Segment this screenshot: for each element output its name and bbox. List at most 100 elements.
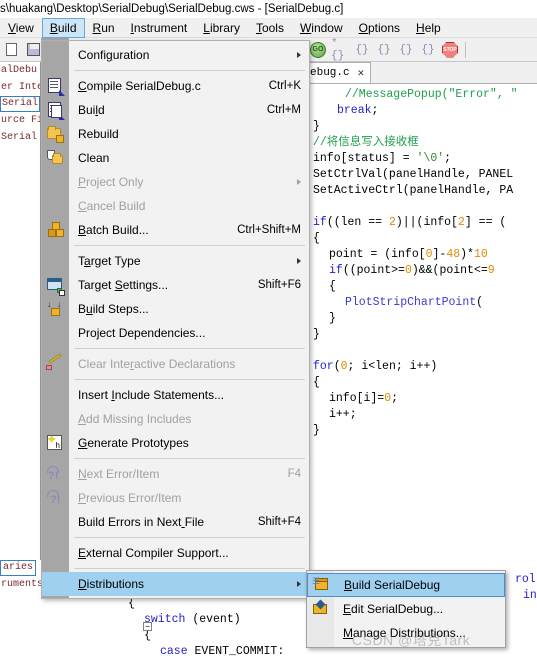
stop-icon[interactable]: STOP — [441, 41, 459, 59]
submenu-item-build-serialdebug[interactable]: ☰ Build SerialDebug — [307, 573, 505, 597]
submenu-arrow-icon — [297, 52, 301, 58]
code-right-fragment: rol in — [515, 572, 537, 612]
menu-item-label: Clear Interactive Declarations — [78, 357, 236, 371]
menubar-item-help[interactable]: Help — [408, 18, 449, 38]
menu-separator — [74, 245, 305, 246]
code-token: ((len == — [326, 216, 389, 229]
menubar-item-instrument[interactable]: Instrument — [123, 18, 196, 38]
menu-item-no-icon — [46, 252, 64, 270]
go-button-glyph: GO — [310, 41, 326, 58]
menu-item-no-icon — [311, 624, 329, 642]
code-token: if — [313, 216, 327, 229]
cascade-windows-icon[interactable] — [494, 41, 512, 59]
help-icon[interactable] — [516, 41, 534, 59]
code-token: ; — [391, 392, 399, 405]
menubar-item-options[interactable]: Options — [351, 18, 408, 38]
build-steps-icon: ↓ ↓ — [46, 300, 64, 318]
menu-item-shortcut: Shift+F4 — [257, 516, 301, 528]
tile-windows-icon[interactable] — [472, 41, 490, 59]
code-token: ( — [333, 360, 341, 373]
code-line: in — [523, 589, 537, 602]
menu-item-build[interactable]: Build Ctrl+M — [42, 98, 309, 122]
menubar-item-library[interactable]: Library — [195, 18, 248, 38]
menu-item-configuration[interactable]: Configuration — [42, 43, 309, 67]
code-token: } — [313, 120, 320, 133]
menu-item-target-type[interactable]: Target Type — [42, 249, 309, 273]
code-token: //MessagePopup("Error", " — [345, 88, 518, 101]
menubar-item-run[interactable]: Run — [85, 18, 123, 38]
tree-item[interactable]: Serial — [0, 96, 40, 112]
code-token: { — [329, 280, 336, 293]
menu-item-no-icon — [46, 173, 64, 191]
tree-item[interactable]: er Inte — [0, 79, 40, 96]
save-icon[interactable] — [24, 41, 42, 59]
menu-item-build-errors-in-next-file[interactable]: Build Errors in Next File Shift+F4 — [42, 510, 309, 534]
run-to-cursor-icon[interactable]: {} — [419, 41, 437, 59]
submenu-item-label: Manage Distributions... — [343, 626, 466, 640]
code-text[interactable]: //MessagePopup("Error", " break;} //将信息写入接… — [305, 84, 537, 439]
submenu-item-edit-serialdebug[interactable]: Edit SerialDebug... — [307, 597, 505, 621]
rebuild-icon — [46, 125, 64, 143]
code-line: for(0; i<len; i++) — [313, 359, 537, 375]
menu-item-target-settings[interactable]: Target Settings... Shift+F6 — [42, 273, 309, 297]
code-token: SetCtrlVal(panelHandle, PANEL — [313, 168, 514, 181]
menu-item-batch-build[interactable]: Batch Build... Ctrl+Shift+M — [42, 218, 309, 242]
menu-item-label: Build Steps... — [78, 302, 149, 316]
editor-tab-serialdebug-c[interactable]: ebug.c ✕ — [305, 62, 372, 83]
menu-item-clean[interactable]: Clean — [42, 146, 309, 170]
submenu-item-manage-distributions[interactable]: Manage Distributions... — [307, 621, 505, 645]
tree-item[interactable]: aries — [0, 560, 37, 576]
code-token: ; — [371, 104, 379, 117]
code-line: //将信息写入接收框 — [313, 135, 537, 151]
menu-item-distributions[interactable]: Distributions — [42, 572, 309, 596]
tree-item[interactable]: urce Fi — [0, 112, 40, 129]
menubar-item-window[interactable]: Window — [292, 18, 351, 38]
menu-item-compile-serialdebug-c[interactable]: Compile SerialDebug.c Ctrl+K — [42, 74, 309, 98]
menu-item-label: Build Errors in Next File — [78, 515, 205, 529]
menu-item-insert-include-statements[interactable]: Insert Include Statements... — [42, 383, 309, 407]
code-line: { — [313, 375, 537, 391]
menu-item-rebuild[interactable]: Rebuild — [42, 122, 309, 146]
project-tree-panel[interactable]: alDebu er Inte Serial urce Fi Serial — [0, 62, 41, 582]
step-out-icon[interactable]: {} — [375, 41, 393, 59]
compile-icon — [46, 77, 65, 96]
menu-item-external-compiler-support[interactable]: External Compiler Support... — [42, 541, 309, 565]
step-into-icon[interactable]: *{} — [331, 38, 349, 62]
window-title: s\huakang\Desktop\SerialDebug\SerialDebu… — [0, 3, 344, 15]
menu-item-no-icon — [46, 513, 64, 531]
menu-item-label: Batch Build... — [78, 223, 149, 237]
code-token: 2 — [457, 216, 465, 229]
fold-collapse-icon[interactable]: − — [143, 622, 152, 631]
run-go-icon[interactable]: GO — [309, 41, 327, 59]
code-token: SetActiveCtrl(panelHandle, PA — [313, 184, 514, 197]
menu-item-no-icon — [46, 324, 64, 342]
code-token: ; — [444, 152, 452, 165]
submenu-arrow-icon — [297, 581, 301, 587]
code-line: info[i]=0; — [313, 391, 537, 407]
menu-item-project-dependencies[interactable]: Project Dependencies... — [42, 321, 309, 345]
menu-item-generate-prototypes[interactable]: h ✦ Generate Prototypes — [42, 431, 309, 455]
new-file-icon[interactable] — [2, 41, 20, 59]
tree-item[interactable]: alDebu — [0, 62, 40, 79]
package-build-icon: ☰ — [312, 576, 330, 594]
menu-item-no-icon — [46, 575, 64, 593]
tree-item[interactable]: Serial — [0, 129, 40, 146]
menubar-item-tools[interactable]: Tools — [248, 18, 292, 38]
code-line: SetActiveCtrl(panelHandle, PA — [313, 183, 537, 199]
continue-icon[interactable]: {} — [397, 41, 415, 59]
menu-item-build-steps[interactable]: ↓ ↓ Build Steps... — [42, 297, 309, 321]
step-over-icon[interactable]: {} — [353, 41, 371, 59]
submenu-arrow-icon — [297, 258, 301, 264]
code-line: { — [313, 279, 537, 295]
code-token: { — [313, 376, 320, 389]
code-token: ( — [499, 216, 507, 229]
menu-item-label: Compile SerialDebug.c — [78, 79, 201, 93]
menubar-item-view[interactable]: View — [0, 18, 42, 38]
code-token: for — [313, 360, 334, 373]
menubar-item-build[interactable]: Build — [41, 17, 85, 38]
code-token: } — [329, 312, 336, 325]
menu-item-next-error-item: ?! Next Error/Item F4 — [42, 462, 309, 486]
code-token: )||(info[ — [395, 216, 458, 229]
close-icon[interactable]: ✕ — [358, 66, 365, 80]
menu-separator — [74, 379, 305, 380]
